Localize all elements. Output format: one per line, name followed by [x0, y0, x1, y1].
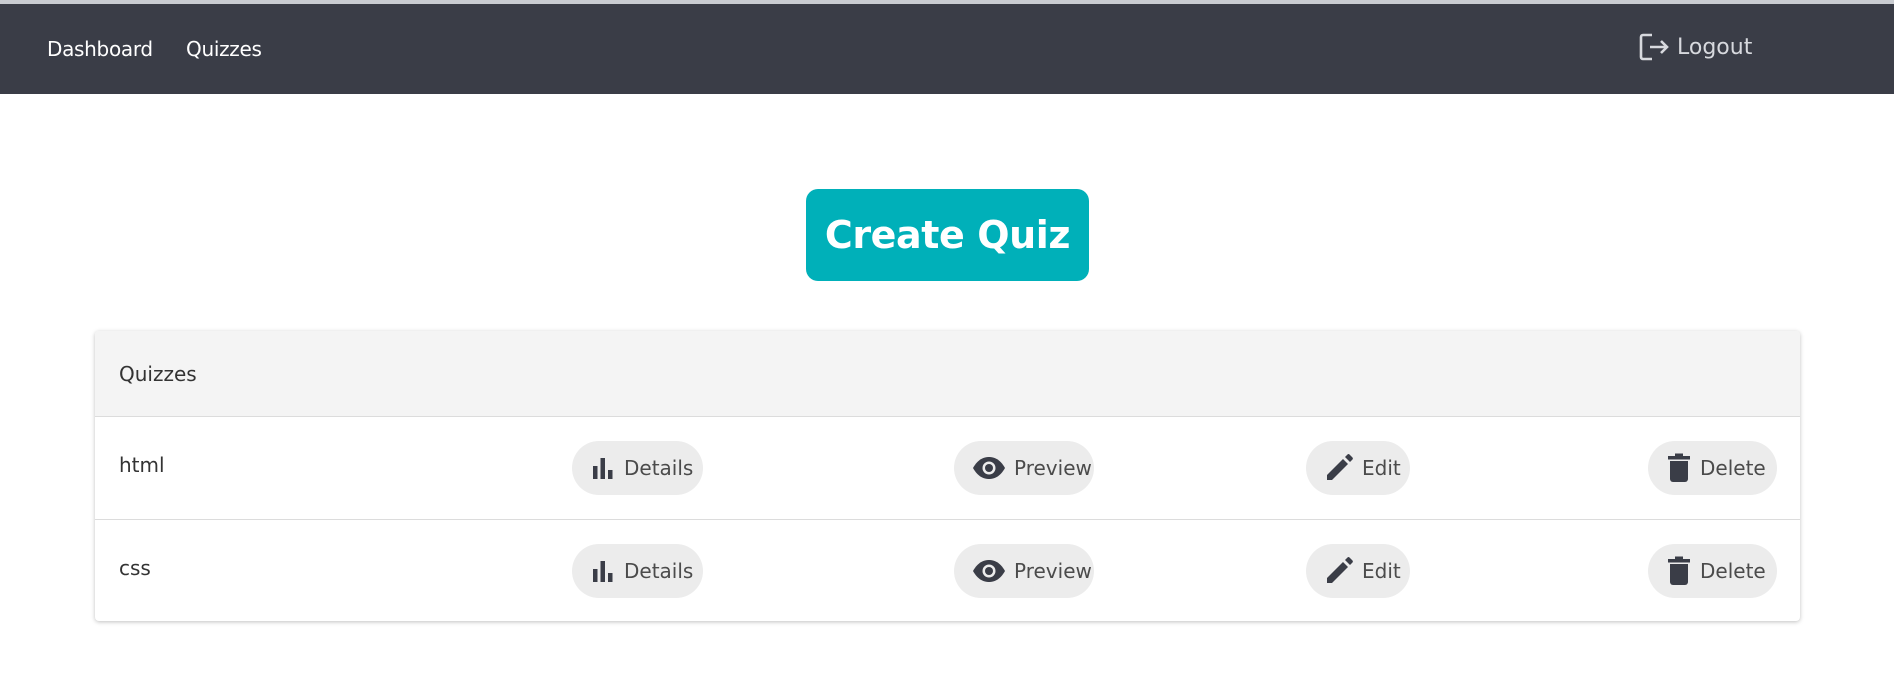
quiz-name: html — [119, 453, 165, 477]
logout-icon — [1639, 33, 1669, 61]
details-label: Details — [624, 559, 694, 583]
create-quiz-button[interactable]: Create Quiz — [806, 189, 1089, 281]
nav-quizzes-link[interactable]: Quizzes — [186, 34, 262, 64]
edit-label: Edit — [1362, 559, 1401, 583]
table-row: html Details Preview Edit Delete — [95, 417, 1800, 520]
logout-button[interactable]: Logout — [1639, 32, 1752, 62]
preview-label: Preview — [1014, 559, 1092, 583]
pencil-icon — [1327, 454, 1353, 480]
table-header: Quizzes — [95, 331, 1800, 417]
quizzes-table: Quizzes html Details Preview Edit Delete… — [95, 331, 1800, 621]
logout-label: Logout — [1677, 34, 1753, 60]
edit-button[interactable]: Edit — [1306, 441, 1410, 495]
delete-button[interactable]: Delete — [1648, 441, 1777, 495]
top-navbar: Dashboard Quizzes Logout — [0, 4, 1894, 94]
eye-icon — [973, 457, 1005, 479]
eye-icon — [973, 560, 1005, 582]
details-label: Details — [624, 456, 694, 480]
edit-button[interactable]: Edit — [1306, 544, 1410, 598]
page: Dashboard Quizzes Logout Create Quiz Qui… — [0, 0, 1894, 685]
details-button[interactable]: Details — [572, 544, 703, 598]
quiz-name: css — [119, 556, 151, 580]
bar-chart-icon — [593, 561, 613, 582]
trash-icon — [1668, 453, 1690, 482]
preview-button[interactable]: Preview — [954, 544, 1094, 598]
delete-label: Delete — [1700, 559, 1766, 583]
trash-icon — [1668, 556, 1690, 585]
delete-button[interactable]: Delete — [1648, 544, 1777, 598]
bar-chart-icon — [593, 458, 613, 479]
preview-label: Preview — [1014, 456, 1092, 480]
pencil-icon — [1327, 557, 1353, 583]
preview-button[interactable]: Preview — [954, 441, 1094, 495]
delete-label: Delete — [1700, 456, 1766, 480]
nav-dashboard-link[interactable]: Dashboard — [47, 34, 153, 64]
details-button[interactable]: Details — [572, 441, 703, 495]
table-row: css Details Preview Edit Delete — [95, 520, 1800, 621]
edit-label: Edit — [1362, 456, 1401, 480]
